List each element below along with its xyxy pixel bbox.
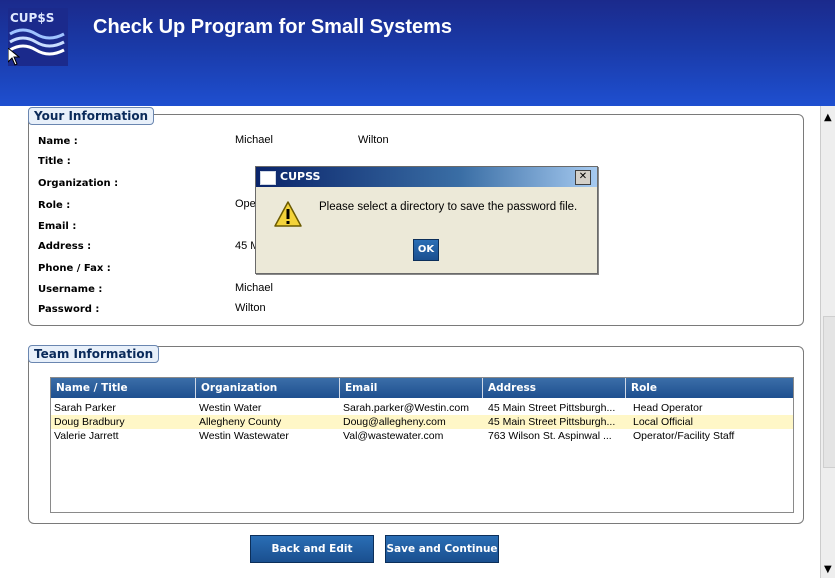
ok-button[interactable]: OK [413, 239, 439, 261]
role-value: Ope [235, 198, 256, 210]
mouse-cursor-icon [7, 46, 21, 69]
svg-text:CUP$S: CUP$S [10, 11, 54, 25]
scrollbar[interactable]: ▲ ▼ [820, 106, 835, 578]
back-and-edit-button[interactable]: Back and Edit [250, 535, 374, 563]
scroll-thumb[interactable] [823, 316, 835, 468]
column-header-name-title[interactable]: Name / Title [51, 378, 196, 398]
cell-address: 45 Main Street Pittsburgh... [488, 416, 616, 428]
cell-email: Val@wastewater.com [343, 430, 444, 442]
cell-role: Operator/Facility Staff [633, 430, 735, 442]
column-header-address[interactable]: Address [483, 378, 626, 398]
app-header: CUP$S Check Up Program for Small Systems [0, 0, 835, 106]
cell-name: Valerie Jarrett [54, 430, 119, 442]
cell-name: Sarah Parker [54, 402, 116, 414]
cell-organization: Allegheny County [199, 416, 282, 428]
table-row[interactable]: Sarah Parker Westin Water Sarah.parker@W… [51, 401, 793, 415]
address-label: Address : [38, 241, 92, 252]
cell-organization: Westin Wastewater [199, 430, 289, 442]
cell-address: 45 Main Street Pittsburgh... [488, 402, 616, 414]
cell-organization: Westin Water [199, 402, 262, 414]
window-icon [260, 171, 276, 185]
password-value: Wilton [235, 302, 266, 314]
dialog-title-bar[interactable]: CUPSS ✕ [256, 167, 597, 187]
column-header-email[interactable]: Email [340, 378, 483, 398]
cell-name: Doug Bradbury [54, 416, 125, 428]
username-label: Username : [38, 284, 103, 295]
save-and-continue-button[interactable]: Save and Continue [385, 535, 499, 563]
last-name-value: Wilton [358, 134, 389, 146]
warning-icon [273, 200, 303, 231]
team-table-header: Name / Title Organization Email Address … [51, 378, 793, 398]
title-label: Title : [38, 156, 71, 167]
username-value: Michael [235, 282, 273, 294]
scroll-up-icon[interactable]: ▲ [824, 112, 832, 123]
dialog-message: Please select a directory to save the pa… [319, 201, 578, 213]
scroll-down-icon[interactable]: ▼ [824, 564, 832, 575]
app-title: Check Up Program for Small Systems [93, 16, 453, 38]
cupss-alert-dialog: CUPSS ✕ Please select a directory to sav… [255, 166, 598, 274]
role-label: Role : [38, 200, 71, 211]
organization-label: Organization : [38, 178, 119, 189]
cell-email: Sarah.parker@Westin.com [343, 402, 470, 414]
name-label: Name : [38, 136, 78, 147]
cell-role: Local Official [633, 416, 693, 428]
phone-fax-label: Phone / Fax : [38, 263, 111, 274]
team-table: Name / Title Organization Email Address … [50, 377, 794, 513]
cell-address: 763 Wilson St. Aspinwal ... [488, 430, 612, 442]
dialog-close-button[interactable]: ✕ [575, 170, 591, 185]
email-label: Email : [38, 221, 77, 232]
your-information-tab: Your Information [28, 107, 155, 125]
password-label: Password : [38, 304, 100, 315]
column-header-organization[interactable]: Organization [196, 378, 340, 398]
column-header-role[interactable]: Role [626, 378, 793, 398]
dialog-title: CUPSS [280, 170, 321, 183]
table-row[interactable]: Doug Bradbury Allegheny County Doug@alle… [51, 415, 793, 429]
table-row[interactable]: Valerie Jarrett Westin Wastewater Val@wa… [51, 429, 793, 443]
team-information-tab: Team Information [28, 345, 160, 363]
cell-email: Doug@allegheny.com [343, 416, 446, 428]
cell-role: Head Operator [633, 402, 703, 414]
first-name-value: Michael [235, 134, 273, 146]
